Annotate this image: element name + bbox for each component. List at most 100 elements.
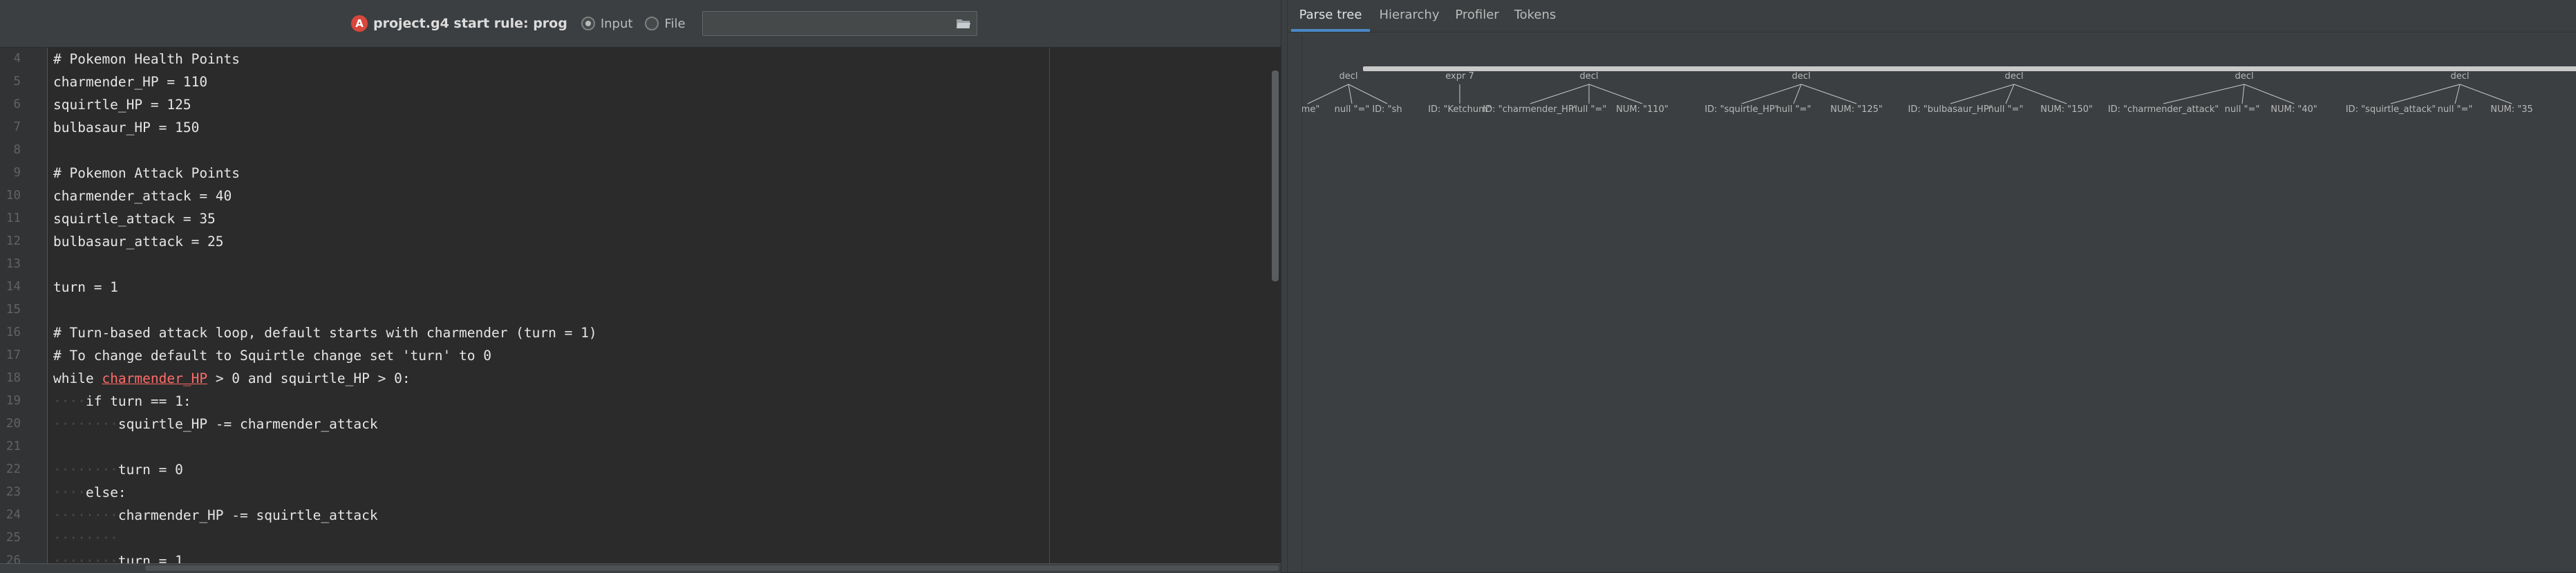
code-text: # Pokemon Attack Points <box>53 162 240 185</box>
code-line[interactable]: 26 ········turn = 1 <box>0 549 1037 563</box>
file-path-field[interactable] <box>702 11 977 36</box>
editor-horizontal-scroll-thumb[interactable] <box>145 565 1279 571</box>
line-number: 7 <box>13 120 21 134</box>
parse-tree-token-node[interactable]: ID: "sh <box>1372 104 1402 115</box>
parse-tree-token-node[interactable]: null "=" <box>1335 104 1370 115</box>
code-line[interactable]: 13 <box>0 253 1037 276</box>
parse-tree-edge <box>2013 84 2067 104</box>
parse-tree-token-node[interactable]: NUM: "125" <box>1830 104 1883 115</box>
input-toolbar: A project.g4 start rule: prog Input File <box>0 0 1281 48</box>
parse-tree-edge <box>2459 84 2512 104</box>
parse-tree-rule-node[interactable]: decl <box>1339 71 1357 82</box>
tab-profiler[interactable]: Profiler <box>1451 0 1503 32</box>
code-line[interactable]: 18 while charmender_HP > 0 and squirtle_H… <box>0 367 1037 390</box>
parse-tree-token-node[interactable]: ID: "bulbasaur_HP" <box>1908 104 1993 115</box>
parse-tree-graph: declame"null "="ID: "shexpr 7ID: "Ketchu… <box>1302 71 2533 115</box>
code-line[interactable]: 22 ········turn = 0 <box>0 458 1037 481</box>
code-line[interactable]: 17 # To change default to Squirtle change… <box>0 344 1037 367</box>
code-line[interactable]: 11 squirtle_attack = 35 <box>0 207 1037 230</box>
tab-hierarchy[interactable]: Hierarchy <box>1375 0 1443 32</box>
line-number: 22 <box>6 462 21 476</box>
line-number: 23 <box>6 485 21 499</box>
line-number: 21 <box>6 440 21 453</box>
parse-tree-token-node[interactable]: ame" <box>1302 104 1319 115</box>
indent-whitespace: ···· <box>53 485 86 500</box>
code-fragment: bulbasaur_attack = 25 <box>53 234 224 250</box>
code-line[interactable]: 15 <box>0 299 1037 321</box>
code-line[interactable]: 21 <box>0 435 1037 458</box>
code-line[interactable]: 6 squirtle_HP = 125 <box>0 93 1037 116</box>
parse-tree-token-node[interactable]: NUM: "110" <box>1616 104 1668 115</box>
folder-open-icon[interactable] <box>956 17 971 29</box>
tab-parse-tree[interactable]: Parse tree <box>1291 0 1370 32</box>
code-text: # Turn-based attack loop, default starts… <box>53 321 597 344</box>
parse-tree-token-node[interactable]: NUM: "40" <box>2271 104 2317 115</box>
parse-tree-rule-node[interactable]: decl <box>1792 71 1810 82</box>
code-line[interactable]: 24 ········charmender_HP -= squirtle_atta… <box>0 504 1037 527</box>
line-number: 26 <box>6 554 21 563</box>
code-text: ········ <box>53 527 118 549</box>
parse-tree-token-node[interactable]: null "=" <box>1572 104 1607 115</box>
code-text: # Pokemon Health Points <box>53 48 240 71</box>
parse-tree-edge <box>1741 84 1802 104</box>
parse-tree-rule-node[interactable]: decl <box>1579 71 1598 82</box>
parse-tree-edge <box>2390 84 2461 104</box>
indent-whitespace: ········ <box>53 530 118 546</box>
code-line[interactable]: 12 bulbasaur_attack = 25 <box>0 230 1037 253</box>
code-fragment: charmender_HP -= squirtle_attack <box>117 507 378 523</box>
parse-tree-token-node[interactable]: null "=" <box>1989 104 2024 115</box>
parse-tree-token-node[interactable]: null "=" <box>2438 104 2473 115</box>
parse-tree-rule-node[interactable]: decl <box>2235 71 2253 82</box>
code-fragment: charmender_HP = 110 <box>53 74 208 90</box>
code-text: ········turn = 0 <box>53 458 183 481</box>
parse-tree-token-node[interactable]: null "=" <box>2225 104 2260 115</box>
parse-tree-edge <box>1801 84 1857 104</box>
code-text: bulbasaur_attack = 25 <box>53 230 224 253</box>
parse-tree-edge <box>1348 84 1353 104</box>
code-line[interactable]: 14 turn = 1 <box>0 276 1037 299</box>
code-line[interactable]: 7 bulbasaur_HP = 150 <box>0 116 1037 139</box>
line-number: 15 <box>6 303 21 317</box>
line-number: 19 <box>6 394 21 408</box>
code-line[interactable]: 20 ········squirtle_HP -= charmender_atta… <box>0 413 1037 435</box>
line-number: 5 <box>13 75 21 88</box>
code-line[interactable]: 4 # Pokemon Health Points <box>0 48 1037 71</box>
parse-tree-rule-node[interactable]: decl <box>2004 71 2023 82</box>
parse-tree-token-node[interactable]: ID: "squirtle_attack" <box>2346 104 2436 115</box>
indent-whitespace: ···· <box>53 393 86 409</box>
parse-tree-rule-node[interactable]: decl <box>2450 71 2469 82</box>
code-fragment: # Pokemon Health Points <box>53 51 241 67</box>
parse-tree-token-node[interactable]: NUM: "35 <box>2490 104 2533 115</box>
file-radio-label[interactable]: File <box>664 17 685 31</box>
parse-tree-token-node[interactable]: ID: "squirtle_HP" <box>1704 104 1778 115</box>
code-line[interactable]: 16 # Turn-based attack loop, default star… <box>0 321 1037 344</box>
input-radio[interactable] <box>581 17 595 30</box>
code-fragment: squirtle_HP = 125 <box>53 97 191 113</box>
parse-tree-rule-node[interactable]: expr 7 <box>1445 71 1474 82</box>
parse-tree-token-node[interactable]: NUM: "150" <box>2040 104 2093 115</box>
code-line[interactable]: 10 charmender_attack = 40 <box>0 185 1037 207</box>
code-fragment: bulbasaur_HP = 150 <box>53 120 200 135</box>
input-radio-label[interactable]: Input <box>601 17 633 31</box>
parse-tree-edge <box>2454 84 2461 104</box>
editor-vertical-scroll-thumb[interactable] <box>1272 71 1279 281</box>
tab-tokens[interactable]: Tokens <box>1510 0 1561 32</box>
parse-tree-token-node[interactable]: ID: "charmender_attack" <box>2108 104 2219 115</box>
code-line[interactable]: 19 ····if turn == 1: <box>0 390 1037 413</box>
code-line[interactable]: 23 ····else: <box>0 481 1037 504</box>
parse-tree-edge <box>2163 84 2245 104</box>
parse-tree-token-node[interactable]: null "=" <box>1776 104 1812 115</box>
code-line[interactable]: 25 ········ <box>0 527 1037 549</box>
parse-tree-token-node[interactable]: ID: "Ketchum" <box>1428 104 1492 115</box>
code-line[interactable]: 5 charmender_HP = 110 <box>0 71 1037 93</box>
code-line[interactable]: 9 # Pokemon Attack Points <box>0 162 1037 185</box>
input-editor[interactable]: 4 # Pokemon Health Points 5 charmender_HP =… <box>0 48 1281 563</box>
editor-pane: A project.g4 start rule: prog Input File… <box>0 0 1281 573</box>
line-number: 9 <box>13 166 21 180</box>
parse-tree-token-node[interactable]: ID: "charmender_HP" <box>1483 104 1577 115</box>
code-line[interactable]: 8 <box>0 139 1037 162</box>
parse-tree-canvas[interactable]: declame"null "="ID: "shexpr 7ID: "Ketchu… <box>1301 35 2576 572</box>
code-text: charmender_HP = 110 <box>53 71 207 93</box>
pane-splitter[interactable] <box>1281 0 1288 572</box>
file-radio[interactable] <box>645 17 659 30</box>
